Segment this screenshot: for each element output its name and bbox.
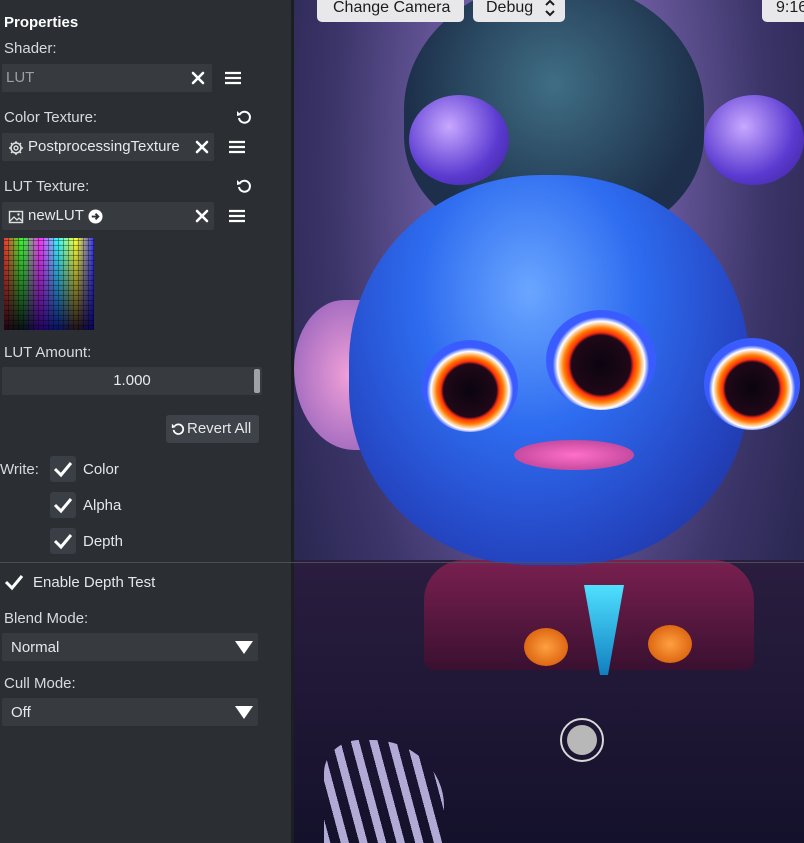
write-depth-label: Depth	[83, 533, 124, 550]
alien-antenna-left	[409, 95, 509, 185]
reset-icon[interactable]	[236, 178, 252, 194]
blend-mode-select[interactable]: Normal	[2, 633, 258, 661]
alien-button-right	[648, 625, 692, 663]
image-icon	[8, 210, 24, 224]
cull-mode-select[interactable]: Off	[2, 698, 258, 726]
close-icon[interactable]	[190, 70, 206, 86]
time-label: 9:16	[776, 0, 804, 16]
gear-icon	[9, 141, 23, 155]
shader-field[interactable]: LUT	[2, 64, 212, 92]
dropdown-arrow-icon	[235, 641, 253, 654]
write-alpha-checkbox[interactable]	[50, 492, 76, 518]
revert-all-button[interactable]: Revert All	[166, 415, 259, 443]
camera-preview: Change Camera Debug 9:16	[294, 0, 804, 843]
checkmark-icon	[53, 534, 73, 550]
lut-texture-value: newLUT	[28, 207, 84, 224]
alien-eye-right	[704, 338, 800, 430]
slider-thumb[interactable]	[254, 369, 260, 393]
lut-amount-label: LUT Amount:	[4, 344, 92, 361]
shader-value: LUT	[6, 69, 35, 86]
close-icon[interactable]	[194, 208, 210, 224]
write-label: Write:	[0, 461, 39, 478]
alien-collar	[424, 560, 754, 670]
alien-eye-left	[422, 340, 518, 432]
panel-title: Properties	[4, 14, 79, 31]
lut-amount-slider[interactable]: 1.000	[2, 367, 262, 395]
checkmark-icon	[4, 575, 24, 591]
alien-antenna-right	[704, 95, 804, 185]
arrow-right-circle-icon[interactable]	[88, 209, 103, 224]
change-camera-label: Change Camera	[333, 0, 451, 16]
write-color-label: Color	[83, 461, 119, 478]
cull-mode-label: Cull Mode:	[4, 675, 76, 692]
section-divider	[0, 562, 804, 563]
write-alpha-label: Alpha	[83, 497, 122, 514]
debug-select[interactable]: Debug	[473, 0, 565, 22]
write-depth-checkbox[interactable]	[50, 528, 76, 554]
checkmark-icon	[53, 462, 73, 478]
alien-mouth	[514, 440, 634, 470]
lut-texture-label: LUT Texture:	[4, 178, 90, 195]
debug-label: Debug	[486, 0, 534, 16]
menu-icon[interactable]	[228, 208, 246, 224]
enable-depth-test-label: Enable Depth Test	[33, 574, 156, 591]
shader-label: Shader:	[4, 40, 57, 57]
updown-chevron-icon	[545, 0, 555, 17]
color-texture-value: PostprocessingTexture	[28, 138, 180, 155]
menu-icon[interactable]	[224, 70, 242, 86]
shutter-button[interactable]	[560, 718, 604, 762]
revert-all-label: Revert All	[187, 420, 252, 437]
reset-icon[interactable]	[236, 109, 252, 125]
properties-panel: Properties Shader: LUT Color Texture: Po…	[0, 0, 291, 843]
write-color-checkbox[interactable]	[50, 456, 76, 482]
alien-button-left	[524, 628, 568, 666]
time-display: 9:16	[762, 0, 804, 22]
color-texture-label: Color Texture:	[4, 109, 98, 126]
lut-amount-value: 1.000	[113, 372, 151, 389]
alien-eye-center	[546, 310, 656, 410]
shutter-icon	[567, 725, 597, 755]
change-camera-button[interactable]: Change Camera	[317, 0, 464, 22]
menu-icon[interactable]	[228, 139, 246, 155]
blend-mode-label: Blend Mode:	[4, 610, 89, 627]
blend-mode-value: Normal	[11, 639, 60, 656]
color-texture-field[interactable]: PostprocessingTexture	[2, 133, 214, 161]
lut-texture-preview	[4, 238, 94, 330]
checkmark-icon	[53, 498, 73, 514]
enable-depth-test-checkbox[interactable]	[0, 569, 26, 595]
dropdown-arrow-icon	[235, 706, 253, 719]
close-icon[interactable]	[194, 139, 210, 155]
lut-texture-field[interactable]: newLUT	[2, 202, 214, 230]
cull-mode-value: Off	[11, 704, 31, 721]
revert-icon	[171, 423, 185, 435]
